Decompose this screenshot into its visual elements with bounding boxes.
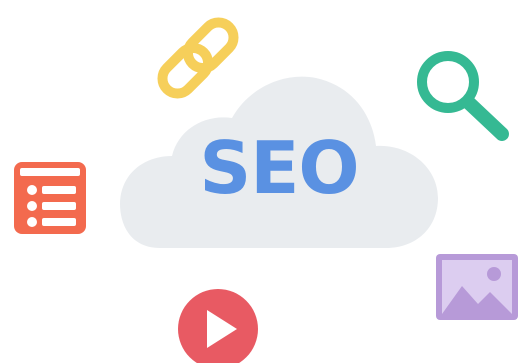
image-icon: [436, 254, 518, 320]
list-icon: [14, 162, 86, 234]
list-bullet: [27, 185, 37, 195]
list-line: [42, 186, 76, 194]
seo-title: SEO: [199, 126, 359, 210]
list-header: [20, 168, 80, 176]
list-bullet: [27, 217, 37, 227]
link-icon: [157, 17, 239, 99]
list-line: [42, 218, 76, 226]
play-icon: [178, 289, 258, 363]
link-right: [182, 17, 239, 74]
list-bullet: [27, 201, 37, 211]
picture-sun: [487, 267, 501, 281]
seo-illustration: SEO: [0, 0, 518, 363]
list-line: [42, 202, 76, 210]
search-handle: [461, 95, 509, 141]
search-icon: [417, 51, 509, 141]
